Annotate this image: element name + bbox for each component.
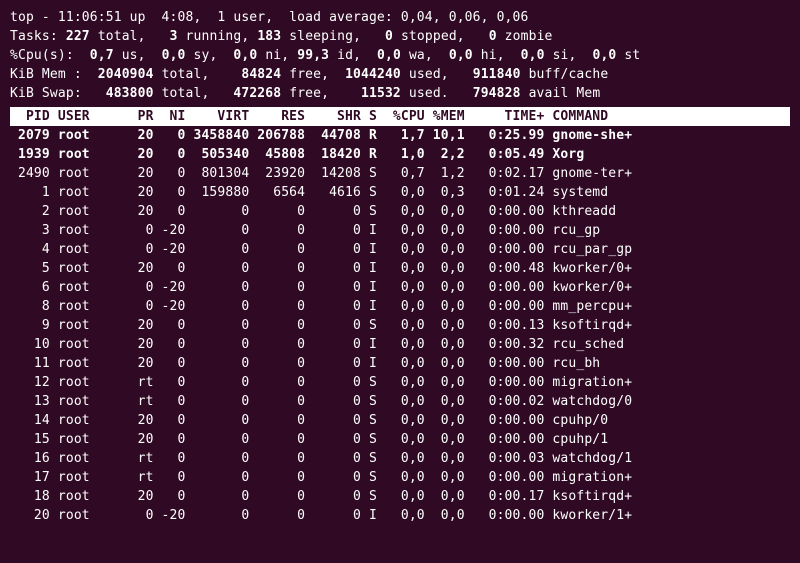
process-row: 1939 root 20 0 505340 45808 18420 R 1,0 … xyxy=(10,145,790,164)
process-table-body: 2079 root 20 0 3458840 206788 44708 R 1,… xyxy=(10,126,790,525)
process-row: 16 root rt 0 0 0 0 S 0,0 0,0 0:00.03 wat… xyxy=(10,449,790,468)
process-row: 2079 root 20 0 3458840 206788 44708 R 1,… xyxy=(10,126,790,145)
process-row: 14 root 20 0 0 0 0 S 0,0 0,0 0:00.00 cpu… xyxy=(10,411,790,430)
summary-line-tasks: Tasks: 227 total, 3 running, 183 sleepin… xyxy=(10,27,790,46)
process-row: 6 root 0 -20 0 0 0 I 0,0 0,0 0:00.00 kwo… xyxy=(10,278,790,297)
process-row: 18 root 20 0 0 0 0 S 0,0 0,0 0:00.17 kso… xyxy=(10,487,790,506)
process-row: 4 root 0 -20 0 0 0 I 0,0 0,0 0:00.00 rcu… xyxy=(10,240,790,259)
process-row: 10 root 20 0 0 0 0 I 0,0 0,0 0:00.32 rcu… xyxy=(10,335,790,354)
summary-line-swap: KiB Swap: 483800 total, 472268 free, 115… xyxy=(10,84,790,103)
process-table-header: PID USER PR NI VIRT RES SHR S %CPU %MEM … xyxy=(10,107,790,126)
process-row: 17 root rt 0 0 0 0 S 0,0 0,0 0:00.00 mig… xyxy=(10,468,790,487)
process-row: 1 root 20 0 159880 6564 4616 S 0,0 0,3 0… xyxy=(10,183,790,202)
process-row: 13 root rt 0 0 0 0 S 0,0 0,0 0:00.02 wat… xyxy=(10,392,790,411)
summary-line-cpu: %Cpu(s): 0,7 us, 0,0 sy, 0,0 ni, 99,3 id… xyxy=(10,46,790,65)
process-row: 12 root rt 0 0 0 0 S 0,0 0,0 0:00.00 mig… xyxy=(10,373,790,392)
process-row: 15 root 20 0 0 0 0 S 0,0 0,0 0:00.00 cpu… xyxy=(10,430,790,449)
process-row: 3 root 0 -20 0 0 0 I 0,0 0,0 0:00.00 rcu… xyxy=(10,221,790,240)
process-row: 20 root 0 -20 0 0 0 I 0,0 0,0 0:00.00 kw… xyxy=(10,506,790,525)
process-row: 2490 root 20 0 801304 23920 14208 S 0,7 … xyxy=(10,164,790,183)
process-row: 2 root 20 0 0 0 0 S 0,0 0,0 0:00.00 kthr… xyxy=(10,202,790,221)
process-row: 5 root 20 0 0 0 0 I 0,0 0,0 0:00.48 kwor… xyxy=(10,259,790,278)
process-row: 8 root 0 -20 0 0 0 I 0,0 0,0 0:00.00 mm_… xyxy=(10,297,790,316)
summary-line-1: top - 11:06:51 up 4:08, 1 user, load ave… xyxy=(10,8,790,27)
summary-line-mem: KiB Mem : 2040904 total, 84824 free, 104… xyxy=(10,65,790,84)
process-row: 11 root 20 0 0 0 0 I 0,0 0,0 0:00.00 rcu… xyxy=(10,354,790,373)
process-row: 9 root 20 0 0 0 0 S 0,0 0,0 0:00.13 ksof… xyxy=(10,316,790,335)
